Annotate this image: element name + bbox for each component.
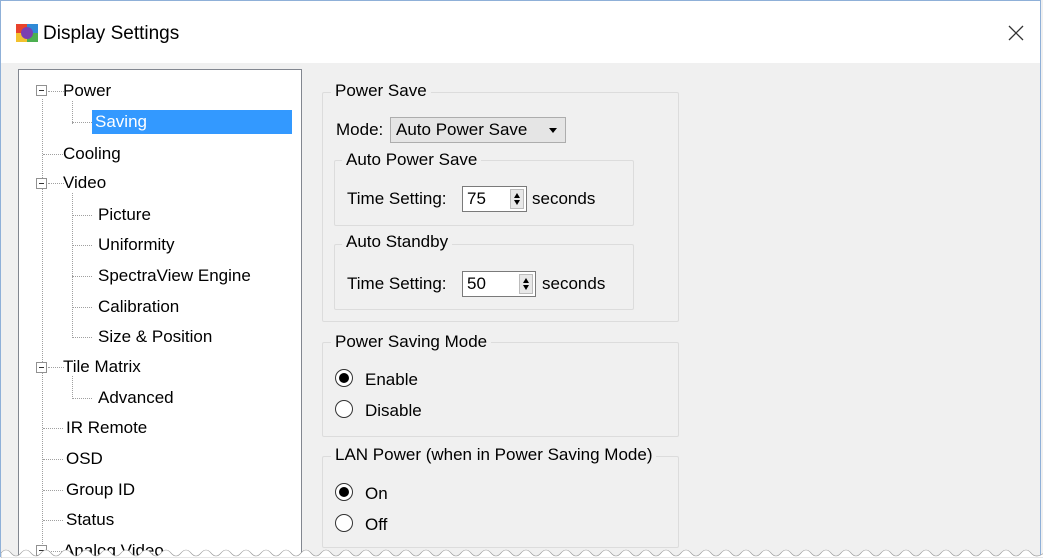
tree-item-group-id[interactable]: Group ID	[63, 478, 138, 502]
tree-collapse-icon[interactable]	[36, 362, 47, 373]
tree-item-tile-matrix[interactable]: Tile Matrix	[60, 355, 144, 379]
auto-standby-title: Auto Standby	[342, 232, 453, 252]
mode-select[interactable]: Auto Power Save	[390, 117, 566, 143]
tree-item-ir-remote[interactable]: IR Remote	[63, 416, 150, 440]
on-radio[interactable]	[335, 483, 353, 501]
mode-select-value: Auto Power Save	[396, 120, 528, 139]
off-radio[interactable]	[335, 514, 353, 532]
auto-power-save-unit: seconds	[532, 189, 596, 208]
display-settings-app-icon	[16, 24, 38, 42]
tree-line	[42, 99, 43, 554]
auto-standby-unit: seconds	[542, 274, 606, 293]
tree-item-advanced[interactable]: Advanced	[95, 386, 177, 410]
tree-collapse-icon[interactable]	[36, 85, 47, 96]
auto-standby-time-spinner[interactable]: 50	[462, 271, 536, 297]
tree-line	[72, 101, 73, 124]
tree-line	[72, 376, 73, 399]
tree-item-status[interactable]: Status	[63, 508, 117, 532]
close-button[interactable]	[992, 15, 1040, 51]
tree-item-spectraview-engine[interactable]: SpectraView Engine	[95, 264, 254, 288]
auto-power-save-time-spinner[interactable]: 75	[462, 186, 527, 212]
auto-power-save-time-label: Time Setting:	[347, 189, 447, 208]
on-label[interactable]: On	[365, 484, 388, 504]
auto-power-save-title: Auto Power Save	[342, 150, 482, 170]
auto-standby-time-label: Time Setting:	[347, 274, 447, 293]
tree-item-uniformity[interactable]: Uniformity	[95, 233, 178, 257]
spin-arrows-icon[interactable]	[510, 189, 524, 209]
auto-power-save-time-value: 75	[467, 189, 486, 208]
auto-standby-time-value: 50	[467, 274, 486, 293]
enable-label[interactable]: Enable	[365, 370, 418, 390]
tree-item-picture[interactable]: Picture	[95, 203, 154, 227]
tree-item-saving[interactable]: Saving	[92, 110, 292, 134]
tree-item-power[interactable]: Power	[60, 79, 114, 103]
title-bar: Display Settings	[1, 1, 1040, 63]
tree-item-calibration[interactable]: Calibration	[95, 295, 182, 319]
settings-tree[interactable]: Power Saving Cooling Video Picture Unifo…	[18, 69, 302, 558]
power-save-title: Power Save	[331, 81, 431, 101]
off-label[interactable]: Off	[365, 515, 387, 535]
display-settings-window: Display Settings Power Saving Cooling Vi…	[0, 0, 1043, 558]
torn-edge-decoration	[1, 549, 1043, 558]
tree-item-cooling[interactable]: Cooling	[60, 142, 124, 166]
tree-item-osd[interactable]: OSD	[63, 447, 106, 471]
window-title: Display Settings	[43, 23, 180, 44]
chevron-down-icon	[549, 128, 557, 133]
close-icon	[1008, 25, 1024, 41]
enable-radio[interactable]	[335, 369, 353, 387]
tree-item-size-position[interactable]: Size & Position	[95, 325, 215, 349]
mode-label: Mode:	[336, 120, 384, 139]
tree-item-video[interactable]: Video	[60, 171, 109, 195]
disable-radio[interactable]	[335, 400, 353, 418]
spin-arrows-icon[interactable]	[519, 274, 533, 294]
disable-label[interactable]: Disable	[365, 401, 422, 421]
power-saving-mode-title: Power Saving Mode	[331, 332, 492, 352]
lan-power-title: LAN Power (when in Power Saving Mode)	[331, 445, 657, 465]
tree-collapse-icon[interactable]	[36, 178, 47, 189]
